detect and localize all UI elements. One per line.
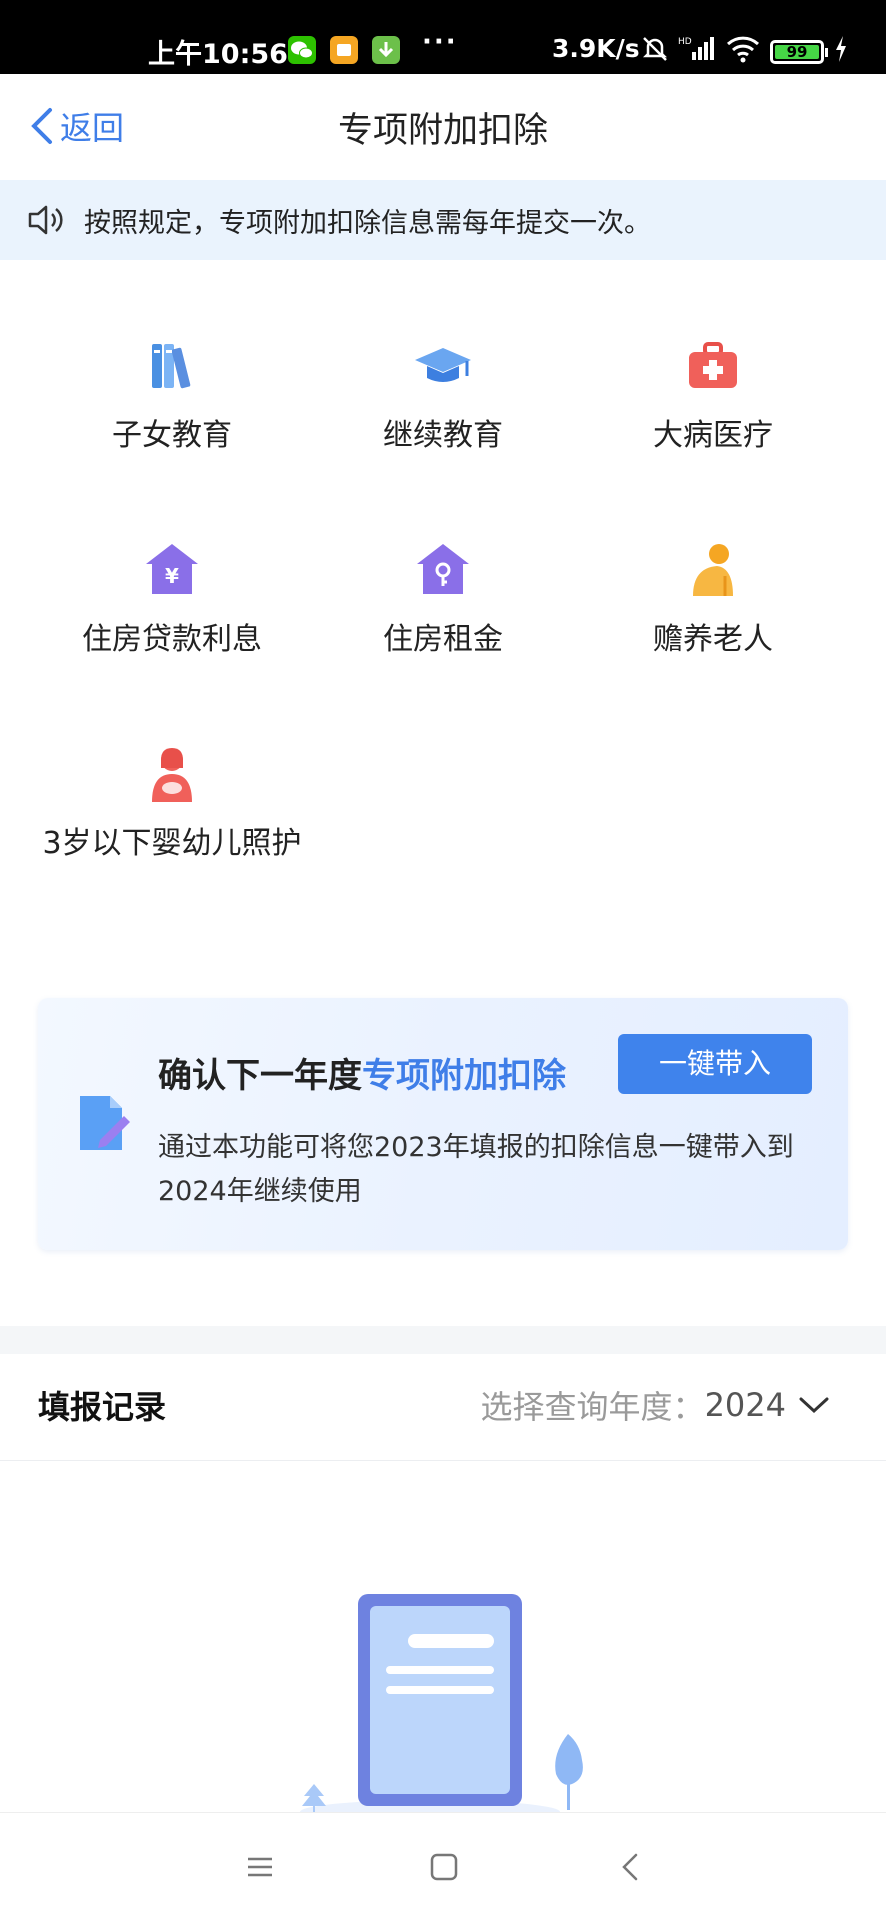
category-elderly-support[interactable]: 赡养老人 — [578, 540, 848, 666]
edit-document-icon — [80, 1096, 130, 1150]
wifi-icon — [726, 34, 760, 68]
category-label: 继续教育 — [383, 418, 503, 453]
status-time: 上午10:56 — [148, 39, 288, 70]
status-bar: 上午10:56 ··· 3.9K/s HD 99 — [0, 0, 886, 74]
year-value: 2024 — [704, 1386, 786, 1424]
menu-icon[interactable] — [244, 1851, 276, 1883]
svg-text:HD: HD — [678, 37, 692, 47]
category-continuing-education[interactable]: 继续教育 — [308, 336, 578, 462]
speaker-icon — [28, 205, 63, 235]
house-key-icon — [417, 544, 469, 594]
category-label: 子女教育 — [112, 418, 232, 453]
books-icon — [152, 344, 191, 389]
signal-icon: HD — [678, 34, 714, 68]
network-speed: 3.9K/s — [552, 34, 640, 63]
year-label: 选择查询年度： — [480, 1388, 705, 1426]
message-icon — [330, 36, 358, 64]
elderly-icon — [693, 544, 733, 596]
category-housing-loan-interest[interactable]: ¥ 住房贷款利息 — [37, 540, 307, 666]
page-title: 专项附加扣除 — [337, 111, 548, 151]
system-nav-bar — [0, 1812, 886, 1920]
nav-bar: 返回 专项附加扣除 — [0, 74, 886, 178]
home-icon[interactable] — [428, 1851, 460, 1883]
year-selector[interactable]: 选择查询年度： 2024 — [481, 1382, 830, 1428]
svg-text:¥: ¥ — [165, 564, 179, 588]
one-click-import-button[interactable]: 一键带入 — [618, 1034, 812, 1094]
carry-forward-banner: 确认下一年度专项附加扣除 一键带入 通过本功能可将您2023年填报的扣除信息一键… — [38, 998, 848, 1250]
category-label: 大病医疗 — [653, 418, 773, 453]
house-yuan-icon: ¥ — [146, 544, 198, 594]
banner-title-highlight: 专项附加扣除 — [362, 1056, 566, 1096]
category-housing-rent[interactable]: 住房租金 — [308, 540, 578, 666]
records-title: 填报记录 — [38, 1388, 167, 1426]
wechat-icon — [288, 36, 316, 64]
category-label: 住房租金 — [383, 622, 503, 657]
mother-child-icon — [152, 748, 192, 802]
charging-icon — [834, 34, 848, 68]
notice-bar: 按照规定，专项附加扣除信息需每年提交一次。 — [0, 180, 886, 260]
category-serious-illness[interactable]: 大病医疗 — [578, 336, 848, 462]
category-label: 3岁以下婴幼儿照护 — [42, 826, 302, 861]
download-icon — [372, 36, 400, 64]
category-label: 赡养老人 — [653, 622, 773, 657]
category-child-education[interactable]: 子女教育 — [37, 336, 307, 462]
battery-icon: 99 — [770, 40, 828, 64]
notice-text: 按照规定，专项附加扣除信息需每年提交一次。 — [84, 207, 651, 239]
category-infant-care[interactable]: 3岁以下婴幼儿照护 — [37, 744, 307, 870]
records-divider — [0, 1460, 886, 1461]
battery-level: 99 — [775, 45, 819, 60]
graduation-cap-icon — [415, 348, 471, 382]
mute-bell-icon — [640, 34, 670, 68]
banner-description: 通过本功能可将您2023年填报的扣除信息一键带入到2024年继续使用 — [158, 1132, 794, 1207]
more-notifications: ··· — [422, 27, 458, 57]
banner-title-prefix: 确认下一年度 — [158, 1056, 362, 1096]
banner-title: 确认下一年度专项附加扣除 — [158, 1048, 566, 1097]
medical-kit-icon — [689, 342, 737, 388]
category-label: 住房贷款利息 — [82, 622, 262, 657]
back-nav-icon[interactable] — [616, 1851, 648, 1883]
section-divider — [0, 1326, 886, 1354]
chevron-down-icon — [799, 1397, 829, 1414]
empty-state-illustration — [300, 1594, 583, 1814]
